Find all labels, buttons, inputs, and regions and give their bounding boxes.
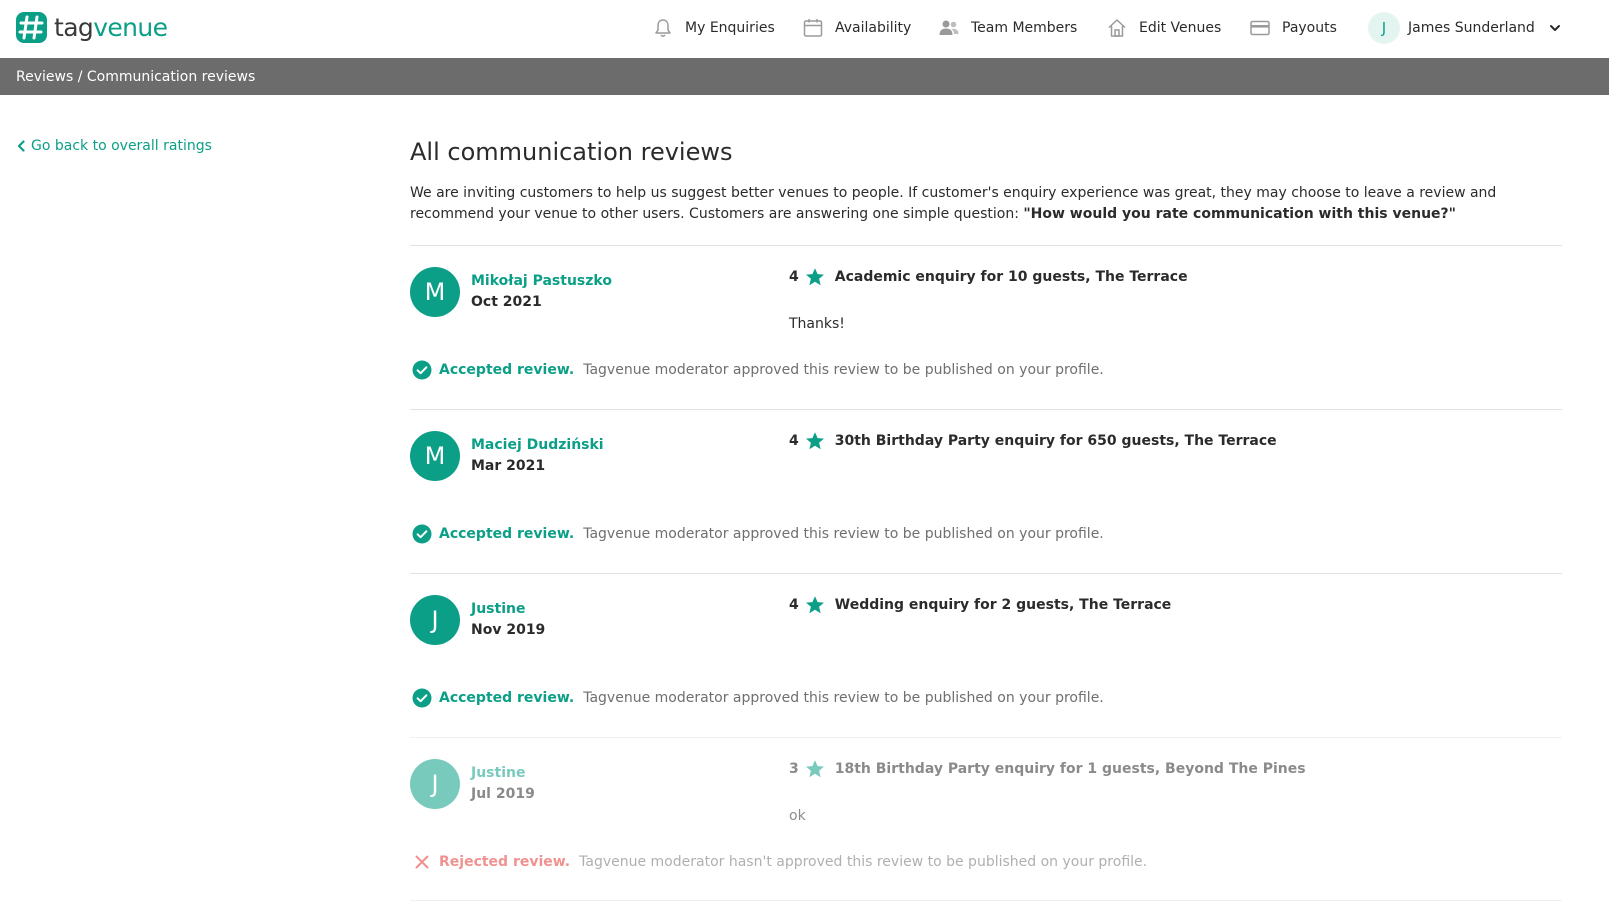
intro-text: We are inviting customers to help us sug… — [410, 183, 1520, 225]
review-date: Mar 2021 — [471, 458, 546, 474]
logo-prefix: tag — [54, 12, 94, 42]
reviewer-avatar: J — [410, 595, 460, 645]
star-icon — [805, 432, 824, 450]
reviewer-name[interactable]: Maciej Dudziński — [471, 437, 604, 453]
review-date: Jul 2019 — [471, 786, 535, 802]
bell-icon — [655, 19, 671, 37]
enquiry-title: Academic enquiry for 10 guests, The Terr… — [834, 269, 1188, 285]
status-label: Rejected review. — [439, 854, 571, 870]
chevron-left-icon — [17, 140, 25, 152]
review-item: M Mikołaj Pastuszko Oct 2021 4 Academic enqu… — [410, 245, 1562, 409]
star-icon — [805, 760, 824, 778]
rating-value: 3 — [789, 761, 799, 777]
user-avatar: J — [1368, 12, 1400, 44]
enquiry-title: Wedding enquiry for 2 guests, The Terrac… — [834, 597, 1172, 613]
reviewer-name[interactable]: Justine — [471, 765, 525, 781]
reviewer-avatar: M — [410, 431, 460, 481]
reviews-list: M Mikołaj Pastuszko Oct 2021 4 Academic enqu… — [410, 245, 1562, 901]
enquiry-title: 18th Birthday Party enquiry for 1 guests… — [834, 761, 1306, 777]
star-icon — [805, 596, 824, 614]
check-circle-icon — [412, 688, 432, 708]
user-name: James Sunderland — [1408, 20, 1535, 36]
review-rating: 4 30th Birthday Party enquiry for 650 gue… — [789, 431, 1277, 451]
review-item: M Maciej Dudziński Mar 2021 4 30th Birthday … — [410, 409, 1562, 573]
home-icon — [1108, 19, 1126, 37]
user-menu[interactable]: J James Sunderland — [1368, 11, 1562, 45]
status-label: Accepted review. — [439, 526, 575, 542]
nav-team-members-label: Team Members — [971, 20, 1078, 36]
star-icon — [805, 268, 824, 286]
close-icon — [415, 855, 429, 869]
status-description: Tagvenue moderator hasn't approved this … — [579, 854, 1148, 870]
nav-my-enquiries[interactable]: My Enquiries — [652, 15, 775, 41]
review-status: Accepted review. Tagvenue moderator appro… — [412, 360, 1104, 380]
nav-my-enquiries-label: My Enquiries — [685, 20, 775, 36]
review-status: Accepted review. Tagvenue moderator appro… — [412, 688, 1104, 708]
review-date: Nov 2019 — [471, 622, 546, 638]
back-link-label: Go back to overall ratings — [31, 138, 212, 154]
status-label: Accepted review. — [439, 362, 575, 378]
review-comment: ok — [789, 808, 806, 824]
reviewer-name[interactable]: Mikołaj Pastuszko — [471, 273, 612, 289]
nav-payouts[interactable]: Payouts — [1249, 15, 1337, 41]
check-circle-icon — [412, 360, 432, 380]
chevron-down-icon — [1549, 25, 1560, 31]
page-title: All communication reviews — [410, 138, 733, 166]
top-navigation: tagvenue My Enquiries Availability Team … — [0, 0, 1609, 58]
reviewer-avatar: J — [410, 759, 460, 809]
status-description: Tagvenue moderator approved this review … — [583, 526, 1104, 542]
review-status: Accepted review. Tagvenue moderator appro… — [412, 524, 1104, 544]
rating-value: 4 — [789, 269, 799, 285]
review-rating: 4 Academic enquiry for 10 guests, The Ter… — [789, 267, 1188, 287]
rating-value: 4 — [789, 597, 799, 613]
review-item: J Justine Jul 2019 3 18th Birthday Party enq… — [410, 737, 1562, 901]
nav-edit-venues-label: Edit Venues — [1139, 20, 1222, 36]
reviewer-avatar: M — [410, 267, 460, 317]
reviewer-name[interactable]: Justine — [471, 601, 525, 617]
status-label: Accepted review. — [439, 690, 575, 706]
review-comment: Thanks! — [789, 316, 845, 332]
status-description: Tagvenue moderator approved this review … — [583, 690, 1104, 706]
breadcrumb: Reviews / Communication reviews — [16, 68, 256, 85]
rating-value: 4 — [789, 433, 799, 449]
main-content: All communication reviews We are invitin… — [410, 130, 1562, 901]
review-date: Oct 2021 — [471, 294, 542, 310]
status-description: Tagvenue moderator approved this review … — [583, 362, 1104, 378]
logo-suffix: venue — [93, 12, 168, 42]
review-rating: 4 Wedding enquiry for 2 guests, The Terra… — [789, 595, 1171, 615]
nav-availability[interactable]: Availability — [802, 15, 911, 41]
credit-card-icon — [1250, 20, 1270, 36]
nav-edit-venues[interactable]: Edit Venues — [1106, 15, 1221, 41]
review-status: Rejected review. Tagvenue moderator hasn'… — [412, 852, 1147, 872]
check-circle-icon — [412, 524, 432, 544]
hashtag-logo-icon — [16, 11, 47, 43]
enquiry-title: 30th Birthday Party enquiry for 650 gues… — [834, 433, 1277, 449]
review-item: J Justine Nov 2019 4 Wedding enquiry for 2 g… — [410, 573, 1562, 737]
nav-availability-label: Availability — [835, 20, 912, 36]
nav-payouts-label: Payouts — [1282, 20, 1337, 36]
tagvenue-logo[interactable]: tagvenue — [15, 10, 168, 44]
calendar-icon — [803, 19, 823, 37]
breadcrumb-bar: Reviews / Communication reviews — [0, 58, 1609, 95]
logo-wordmark: tagvenue — [54, 12, 168, 42]
review-rating: 3 18th Birthday Party enquiry for 1 guest… — [789, 759, 1306, 779]
intro-question: "How would you rate communication with t… — [1023, 206, 1456, 222]
users-icon — [939, 20, 959, 35]
back-to-overall-ratings-link[interactable]: Go back to overall ratings — [16, 138, 212, 154]
nav-team-members[interactable]: Team Members — [938, 15, 1077, 41]
